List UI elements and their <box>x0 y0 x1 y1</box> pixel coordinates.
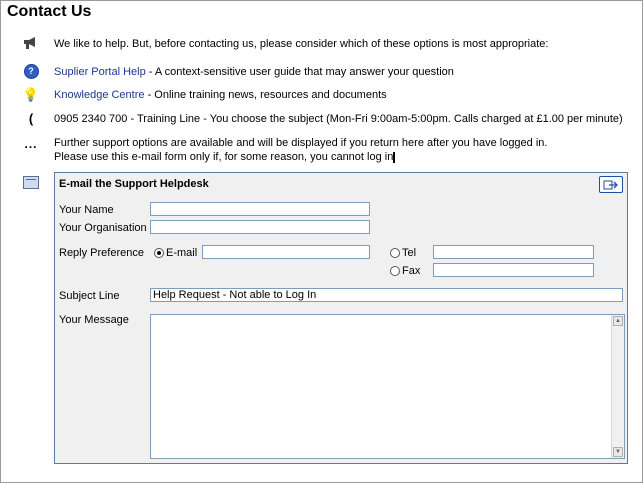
fax-field[interactable] <box>433 263 594 277</box>
help-icon: ? <box>22 62 40 80</box>
page-title: Contact Us <box>7 3 92 20</box>
further-line2: Please use this e-mail form only if, for… <box>54 151 396 163</box>
intro-text: We like to help. But, before contacting … <box>54 38 549 50</box>
organisation-field[interactable] <box>150 220 370 234</box>
name-label: Your Name <box>59 204 114 216</box>
reply-preference-label: Reply Preference <box>59 247 144 259</box>
reply-fax-radio[interactable] <box>390 266 400 276</box>
message-textarea[interactable]: ▲ ▼ <box>150 314 625 459</box>
reply-fax-label: Fax <box>402 265 421 277</box>
megaphone-icon <box>22 34 40 52</box>
lightbulb-icon: 💡 <box>22 87 40 102</box>
more-icon: ... <box>24 137 38 151</box>
option-portal-help: Suplier Portal Help - A context-sensitiv… <box>54 66 454 78</box>
message-scrollbar[interactable]: ▲ ▼ <box>611 315 624 458</box>
scroll-up-icon[interactable]: ▲ <box>613 316 623 326</box>
message-label: Your Message <box>59 314 129 326</box>
send-icon[interactable] <box>599 176 623 193</box>
subject-field[interactable]: Help Request - Not able to Log In <box>150 288 623 302</box>
scroll-down-icon[interactable]: ▼ <box>613 447 623 457</box>
portal-help-link[interactable]: Suplier Portal Help <box>54 66 146 78</box>
option-phone: 0905 2340 700 - Training Line - You choo… <box>54 113 623 125</box>
knowledge-centre-link[interactable]: Knowledge Centre <box>54 89 145 101</box>
reply-email-radio[interactable] <box>154 248 164 258</box>
reply-tel-label: Tel <box>402 247 417 259</box>
tel-field[interactable] <box>433 245 594 259</box>
email-field[interactable] <box>202 245 370 259</box>
reply-tel-radio[interactable] <box>390 248 400 258</box>
option-knowledge: Knowledge Centre - Online training news,… <box>54 89 387 101</box>
phone-icon: ( <box>28 110 34 126</box>
mail-tray-icon <box>22 173 40 191</box>
email-form-panel: E-mail the Support Helpdesk Your Name Yo… <box>54 172 628 464</box>
reply-email-label: E-mail <box>166 247 198 259</box>
subject-label: Subject Line <box>59 290 120 302</box>
further-line1: Further support options are available an… <box>54 137 548 149</box>
form-title: E-mail the Support Helpdesk <box>59 178 209 190</box>
organisation-label: Your Organisation <box>59 222 147 234</box>
name-field[interactable] <box>150 202 370 216</box>
